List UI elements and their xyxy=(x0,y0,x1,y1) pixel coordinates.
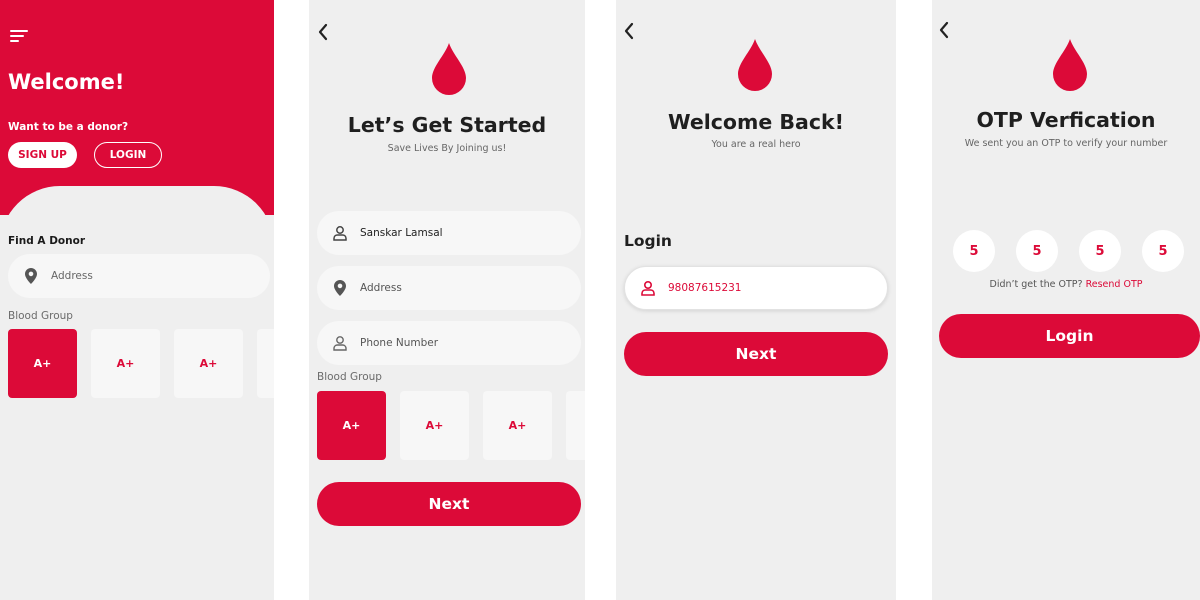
home-screen: Welcome! Want to be a donor? SIGN UP LOG… xyxy=(0,0,274,600)
blood-group-option-partial[interactable] xyxy=(566,391,585,460)
blood-group-option[interactable]: A+ xyxy=(91,329,160,398)
find-donor-heading: Find A Donor xyxy=(8,235,85,247)
next-button[interactable]: Next xyxy=(317,482,581,526)
phone-placeholder: Phone Number xyxy=(360,337,439,349)
page-title: Welcome Back! xyxy=(667,110,845,134)
user-icon xyxy=(640,280,656,296)
resend-otp-link[interactable]: Resend OTP xyxy=(1086,279,1143,290)
phone-value: 98087615231 xyxy=(668,282,742,294)
login-button[interactable]: LOGIN xyxy=(94,142,162,168)
blood-group-option[interactable]: A+ xyxy=(483,391,552,460)
next-button[interactable]: Next xyxy=(624,332,888,376)
user-icon xyxy=(332,225,348,241)
blood-drop-icon xyxy=(738,39,772,91)
login-button[interactable]: Login xyxy=(939,314,1200,358)
blood-drop-icon xyxy=(1053,39,1087,91)
page-title: OTP Verfication xyxy=(976,108,1156,132)
otp-digit-input[interactable]: 5 xyxy=(1142,230,1184,272)
address-input[interactable]: Address xyxy=(317,266,581,310)
blood-group-option[interactable]: A+ xyxy=(317,391,386,460)
address-input[interactable]: Address xyxy=(8,254,270,298)
header-banner xyxy=(0,0,274,215)
otp-digit-input[interactable]: 5 xyxy=(1079,230,1121,272)
blood-group-label: Blood Group xyxy=(8,310,73,322)
signup-button[interactable]: SIGN UP xyxy=(8,142,77,168)
page-subtitle: Save Lives By Joining us! xyxy=(387,143,507,154)
location-pin-icon xyxy=(23,268,39,284)
otp-screen: OTP Verfication We sent you an OTP to ve… xyxy=(932,0,1200,600)
back-icon[interactable] xyxy=(622,21,636,41)
login-heading: Login xyxy=(624,232,672,250)
location-pin-icon xyxy=(332,280,348,296)
blood-group-option[interactable]: A+ xyxy=(400,391,469,460)
back-icon[interactable] xyxy=(937,20,951,40)
page-subtitle: You are a real hero xyxy=(711,139,801,150)
name-value: Sanskar Lamsal xyxy=(360,227,443,239)
otp-digit-input[interactable]: 5 xyxy=(953,230,995,272)
welcome-heading: Welcome! xyxy=(8,70,125,94)
phone-input[interactable]: Phone Number xyxy=(317,321,581,365)
resend-prompt-line: Didn’t get the OTP? Resend OTP xyxy=(932,279,1200,290)
donor-question: Want to be a donor? xyxy=(8,121,129,133)
blood-group-label: Blood Group xyxy=(317,371,382,383)
signup-screen: Let’s Get Started Save Lives By Joining … xyxy=(309,0,585,600)
page-title: Let’s Get Started xyxy=(347,113,547,137)
login-screen: Welcome Back! You are a real hero Login … xyxy=(616,0,896,600)
address-placeholder: Address xyxy=(51,270,93,282)
blood-group-option[interactable]: A+ xyxy=(8,329,77,398)
blood-group-option-partial[interactable] xyxy=(257,329,274,398)
phone-input[interactable]: 98087615231 xyxy=(624,266,888,310)
blood-group-option[interactable]: A+ xyxy=(174,329,243,398)
back-icon[interactable] xyxy=(316,22,330,42)
resend-prompt: Didn’t get the OTP? xyxy=(989,279,1083,290)
user-icon xyxy=(332,335,348,351)
address-placeholder: Address xyxy=(360,282,402,294)
menu-icon[interactable] xyxy=(10,28,28,44)
page-subtitle: We sent you an OTP to verify your number xyxy=(964,138,1168,149)
otp-digit-input[interactable]: 5 xyxy=(1016,230,1058,272)
blood-drop-icon xyxy=(432,43,466,95)
name-field[interactable]: Sanskar Lamsal xyxy=(317,211,581,255)
